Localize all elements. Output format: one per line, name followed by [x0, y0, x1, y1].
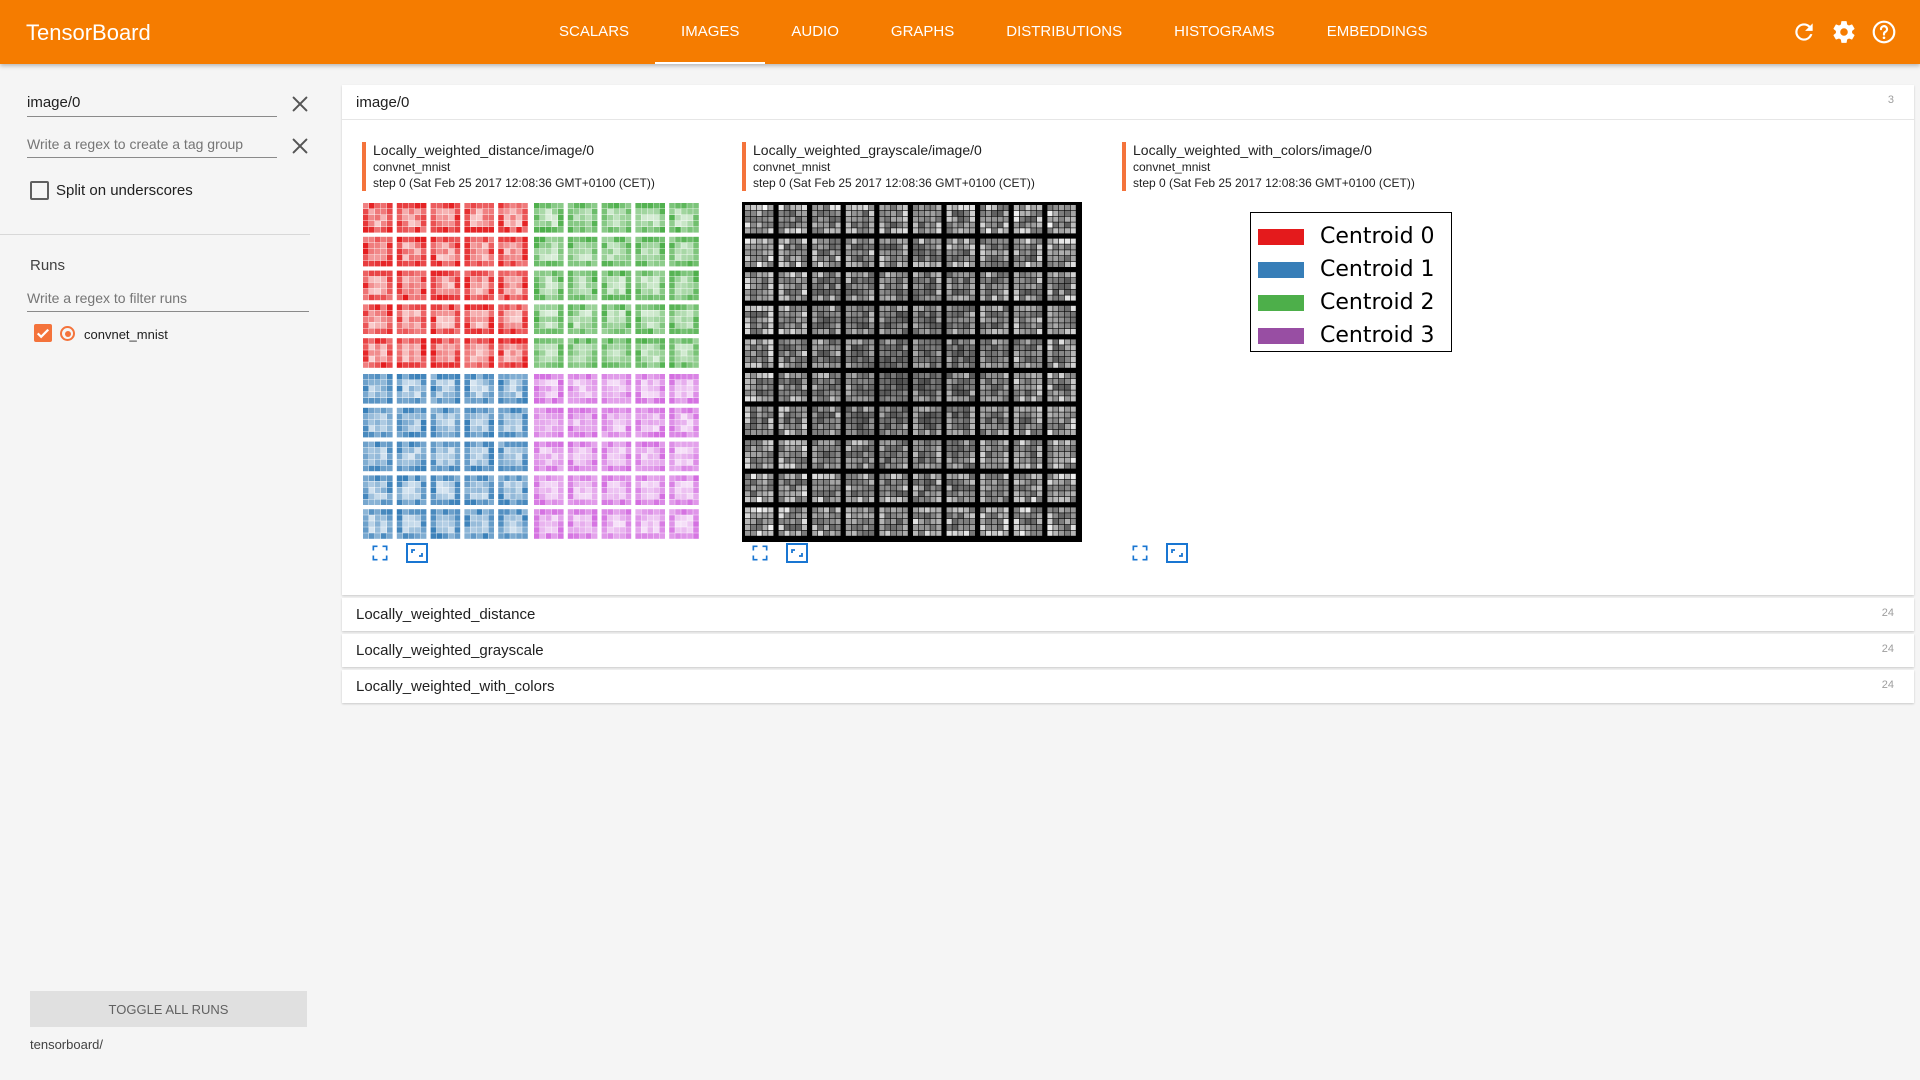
card-run-label: convnet_mnist: [753, 160, 831, 174]
tag-pane-image-0: image/0 3 Locally_weighted_distance/imag…: [342, 85, 1914, 595]
legend-row-centroid-1: Centroid 1: [1258, 253, 1452, 286]
card-header: Locally_weighted_with_colors/image/0 con…: [1122, 142, 1415, 191]
pane-title[interactable]: Locally_weighted_with_colors: [356, 678, 554, 695]
pane-title[interactable]: image/0: [356, 94, 409, 111]
sidebar-divider: [0, 234, 310, 235]
fullscreen-icon[interactable]: [750, 543, 770, 563]
help-icon[interactable]: [1871, 19, 1897, 45]
colored-mnist-grid-image: [363, 203, 699, 539]
tag-pane-grayscale[interactable]: Locally_weighted_grayscale 24: [342, 634, 1914, 667]
tab-images[interactable]: IMAGES: [655, 0, 766, 64]
app-title: TensorBoard: [26, 20, 151, 45]
card-header: Locally_weighted_grayscale/image/0 convn…: [742, 142, 1035, 191]
refresh-icon[interactable]: [1791, 19, 1817, 45]
pane-count: 24: [1881, 607, 1894, 619]
card-step-label: step 0 (Sat Feb 25 2017 12:08:36 GMT+010…: [753, 176, 1035, 190]
tab-embeddings[interactable]: EMBEDDINGS: [1301, 0, 1454, 64]
legend-label: Centroid 2: [1320, 290, 1435, 315]
logdir-label: tensorboard/: [30, 1037, 103, 1052]
pane-count: 3: [1887, 94, 1894, 106]
tag-pane-with-colors[interactable]: Locally_weighted_with_colors 24: [342, 670, 1914, 703]
pane-title[interactable]: Locally_weighted_distance: [356, 606, 535, 623]
card-run-label: convnet_mnist: [1133, 160, 1211, 174]
actual-size-icon[interactable]: [785, 541, 809, 565]
card-step-label: step 0 (Sat Feb 25 2017 12:08:36 GMT+010…: [1133, 176, 1415, 190]
legend-row-centroid-2: Centroid 2: [1258, 286, 1452, 319]
pane-divider: [342, 119, 1914, 120]
legend-label: Centroid 3: [1320, 323, 1435, 348]
clear-tag-filter-icon[interactable]: [289, 93, 311, 115]
tab-graphs[interactable]: GRAPHS: [865, 0, 980, 64]
tab-distributions[interactable]: DISTRIBUTIONS: [980, 0, 1148, 64]
actual-size-icon[interactable]: [405, 541, 429, 565]
centroid-legend-image: Centroid 0 Centroid 1 Centroid 2 Centroi…: [1250, 212, 1452, 352]
clear-tag-group-icon[interactable]: [289, 135, 311, 157]
fullscreen-icon[interactable]: [1130, 543, 1150, 563]
split-underscores-checkbox[interactable]: [30, 181, 49, 200]
legend-swatch: [1258, 327, 1304, 344]
image-card-distance: Locally_weighted_distance/image/0 convne…: [362, 142, 722, 563]
legend-label: Centroid 1: [1320, 257, 1435, 282]
pane-count: 24: [1881, 679, 1894, 691]
card-run-label: convnet_mnist: [373, 160, 451, 174]
run-filter-input[interactable]: [27, 290, 309, 312]
tag-pane-distance[interactable]: Locally_weighted_distance 24: [342, 598, 1914, 631]
card-header: Locally_weighted_distance/image/0 convne…: [362, 142, 655, 191]
settings-gear-icon[interactable]: [1831, 19, 1857, 45]
card-tag-label: Locally_weighted_with_colors/image/0: [1133, 142, 1372, 158]
run-checkbox-convnet-mnist[interactable]: [34, 324, 52, 342]
fullscreen-icon[interactable]: [370, 543, 390, 563]
legend-row-centroid-3: Centroid 3: [1258, 319, 1452, 352]
tab-audio[interactable]: AUDIO: [765, 0, 865, 64]
legend-row-centroid-0: Centroid 0: [1258, 220, 1452, 253]
checkmark-icon: [36, 328, 50, 339]
pane-count: 24: [1881, 643, 1894, 655]
dashboard-tabs: SCALARS IMAGES AUDIO GRAPHS DISTRIBUTION…: [533, 0, 1454, 64]
split-underscores-label: Split on underscores: [56, 182, 193, 199]
toggle-all-runs-button[interactable]: TOGGLE ALL RUNS: [30, 991, 307, 1027]
run-color-radio[interactable]: [60, 326, 75, 341]
grayscale-mnist-grid-image: [742, 202, 1082, 542]
tab-histograms[interactable]: HISTOGRAMS: [1148, 0, 1301, 64]
pane-title[interactable]: Locally_weighted_grayscale: [356, 642, 544, 659]
tag-filter-input[interactable]: [27, 94, 277, 117]
legend-swatch: [1258, 294, 1304, 311]
actual-size-icon[interactable]: [1165, 541, 1189, 565]
runs-heading: Runs: [30, 257, 66, 274]
run-label: convnet_mnist: [84, 327, 168, 342]
card-step-label: step 0 (Sat Feb 25 2017 12:08:36 GMT+010…: [373, 176, 655, 190]
card-tag-label: Locally_weighted_grayscale/image/0: [753, 142, 982, 158]
legend-swatch: [1258, 228, 1304, 245]
legend-swatch: [1258, 261, 1304, 278]
sidebar: Split on underscores Runs convnet_mnist …: [0, 64, 340, 1080]
tab-scalars[interactable]: SCALARS: [533, 0, 655, 64]
card-tag-label: Locally_weighted_distance/image/0: [373, 142, 595, 158]
image-card-with-colors: Locally_weighted_with_colors/image/0 con…: [1122, 142, 1482, 563]
tag-group-regex-input[interactable]: [27, 136, 277, 158]
legend-label: Centroid 0: [1320, 224, 1435, 249]
top-toolbar: TensorBoard SCALARS IMAGES AUDIO GRAPHS …: [0, 0, 1920, 64]
image-card-grayscale: Locally_weighted_grayscale/image/0 convn…: [742, 142, 1102, 563]
